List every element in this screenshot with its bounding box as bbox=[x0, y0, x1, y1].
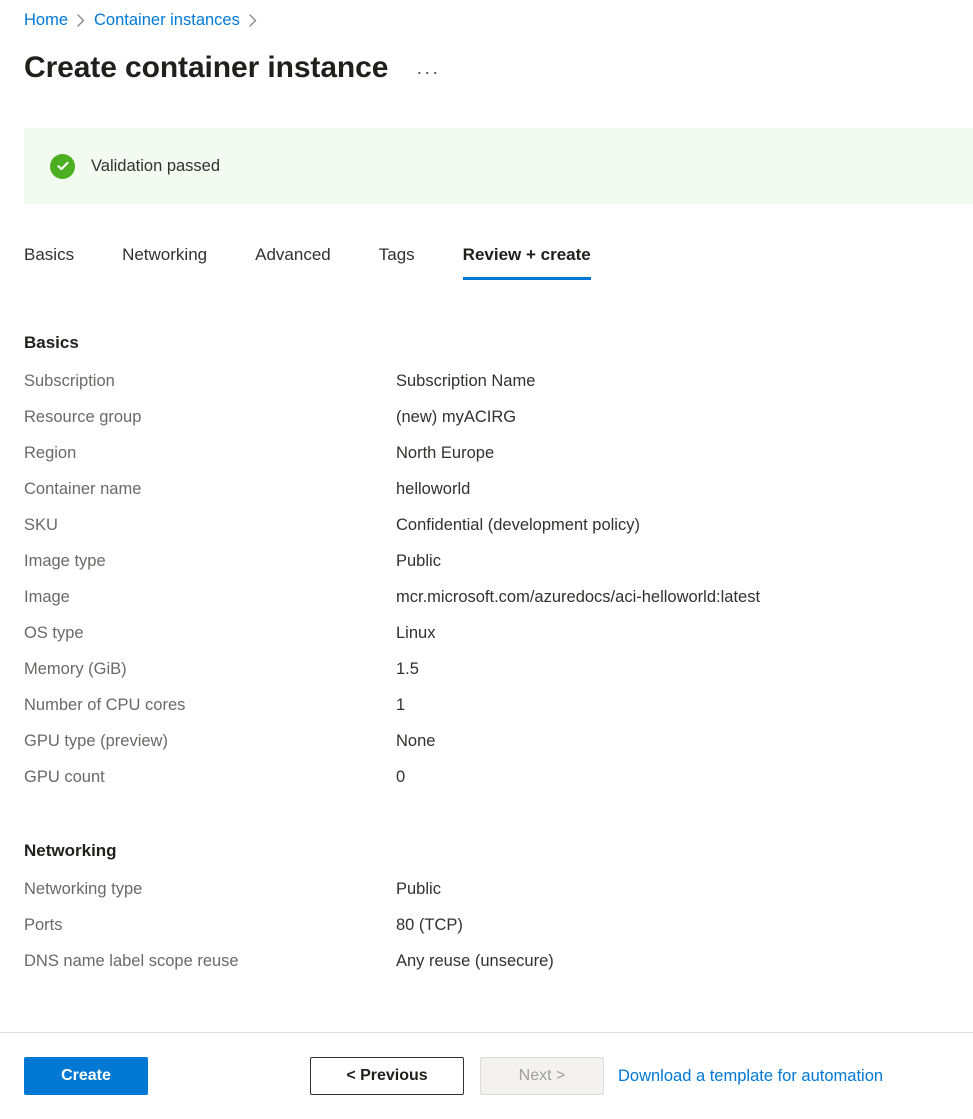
breadcrumb-item-container-instances[interactable]: Container instances bbox=[94, 11, 240, 30]
row-label: DNS name label scope reuse bbox=[24, 952, 396, 971]
chevron-right-icon bbox=[77, 14, 85, 27]
row-label: Container name bbox=[24, 480, 396, 499]
row-value: Subscription Name bbox=[396, 372, 535, 391]
row-label: GPU count bbox=[24, 768, 396, 787]
table-row: Region North Europe bbox=[24, 444, 949, 480]
create-button[interactable]: Create bbox=[24, 1057, 148, 1095]
row-value: 0 bbox=[396, 768, 405, 787]
tab-advanced[interactable]: Advanced bbox=[255, 244, 331, 280]
row-value: Public bbox=[396, 880, 441, 899]
table-row: Networking type Public bbox=[24, 880, 949, 916]
row-value: helloworld bbox=[396, 480, 470, 499]
section-basics: Basics Subscription Subscription Name Re… bbox=[24, 332, 949, 804]
breadcrumb-item-home[interactable]: Home bbox=[24, 11, 68, 30]
check-circle-icon bbox=[50, 154, 75, 179]
row-value: Any reuse (unsecure) bbox=[396, 952, 554, 971]
table-row: Subscription Subscription Name bbox=[24, 372, 949, 408]
tab-basics[interactable]: Basics bbox=[24, 244, 74, 280]
review-summary: Basics Subscription Subscription Name Re… bbox=[24, 332, 949, 988]
row-value: North Europe bbox=[396, 444, 494, 463]
row-label: Memory (GiB) bbox=[24, 660, 396, 679]
row-label: Networking type bbox=[24, 880, 396, 899]
breadcrumb: Home Container instances bbox=[24, 6, 266, 34]
row-value: 1 bbox=[396, 696, 405, 715]
next-button: Next > bbox=[480, 1057, 604, 1095]
row-label: Image type bbox=[24, 552, 396, 571]
more-options-icon[interactable]: ··· bbox=[414, 58, 442, 86]
row-value: Public bbox=[396, 552, 441, 571]
row-value: Confidential (development policy) bbox=[396, 516, 640, 535]
chevron-right-icon-2 bbox=[249, 14, 257, 27]
download-template-link[interactable]: Download a template for automation bbox=[618, 1067, 883, 1086]
row-value: None bbox=[396, 732, 435, 751]
table-row: GPU type (preview) None bbox=[24, 732, 949, 768]
table-row: Container name helloworld bbox=[24, 480, 949, 516]
row-label: Subscription bbox=[24, 372, 396, 391]
action-bar: Create < Previous Next > Download a temp… bbox=[0, 1033, 973, 1119]
row-label: OS type bbox=[24, 624, 396, 643]
row-label: Resource group bbox=[24, 408, 396, 427]
wizard-nav-group: < Previous Next > Download a template fo… bbox=[310, 1057, 883, 1095]
previous-button[interactable]: < Previous bbox=[310, 1057, 464, 1095]
row-label: GPU type (preview) bbox=[24, 732, 396, 751]
row-value: 1.5 bbox=[396, 660, 419, 679]
table-row: Image type Public bbox=[24, 552, 949, 588]
page-title: Create container instance bbox=[24, 46, 388, 90]
row-label: Ports bbox=[24, 916, 396, 935]
tab-tags[interactable]: Tags bbox=[379, 244, 415, 280]
row-label: SKU bbox=[24, 516, 396, 535]
table-row: Ports 80 (TCP) bbox=[24, 916, 949, 952]
row-label: Region bbox=[24, 444, 396, 463]
table-row: Resource group (new) myACIRG bbox=[24, 408, 949, 444]
table-row: Memory (GiB) 1.5 bbox=[24, 660, 949, 696]
page-header: Create container instance ··· bbox=[24, 46, 442, 90]
row-value: Linux bbox=[396, 624, 435, 643]
row-value: mcr.microsoft.com/azuredocs/aci-hellowor… bbox=[396, 588, 760, 607]
row-label: Number of CPU cores bbox=[24, 696, 396, 715]
tab-review-create[interactable]: Review + create bbox=[463, 244, 591, 280]
table-row: GPU count 0 bbox=[24, 768, 949, 804]
row-value: (new) myACIRG bbox=[396, 408, 516, 427]
validation-message: Validation passed bbox=[91, 157, 220, 176]
validation-banner: Validation passed bbox=[24, 128, 973, 204]
section-networking: Networking Networking type Public Ports … bbox=[24, 840, 949, 988]
table-row: Image mcr.microsoft.com/azuredocs/aci-he… bbox=[24, 588, 949, 624]
tab-networking[interactable]: Networking bbox=[122, 244, 207, 280]
wizard-tabs: Basics Networking Advanced Tags Review +… bbox=[24, 244, 591, 280]
section-heading-basics: Basics bbox=[24, 332, 949, 354]
row-value: 80 (TCP) bbox=[396, 916, 463, 935]
table-row: SKU Confidential (development policy) bbox=[24, 516, 949, 552]
table-row: OS type Linux bbox=[24, 624, 949, 660]
row-label: Image bbox=[24, 588, 396, 607]
table-row: DNS name label scope reuse Any reuse (un… bbox=[24, 952, 949, 988]
section-heading-networking: Networking bbox=[24, 840, 949, 862]
table-row: Number of CPU cores 1 bbox=[24, 696, 949, 732]
